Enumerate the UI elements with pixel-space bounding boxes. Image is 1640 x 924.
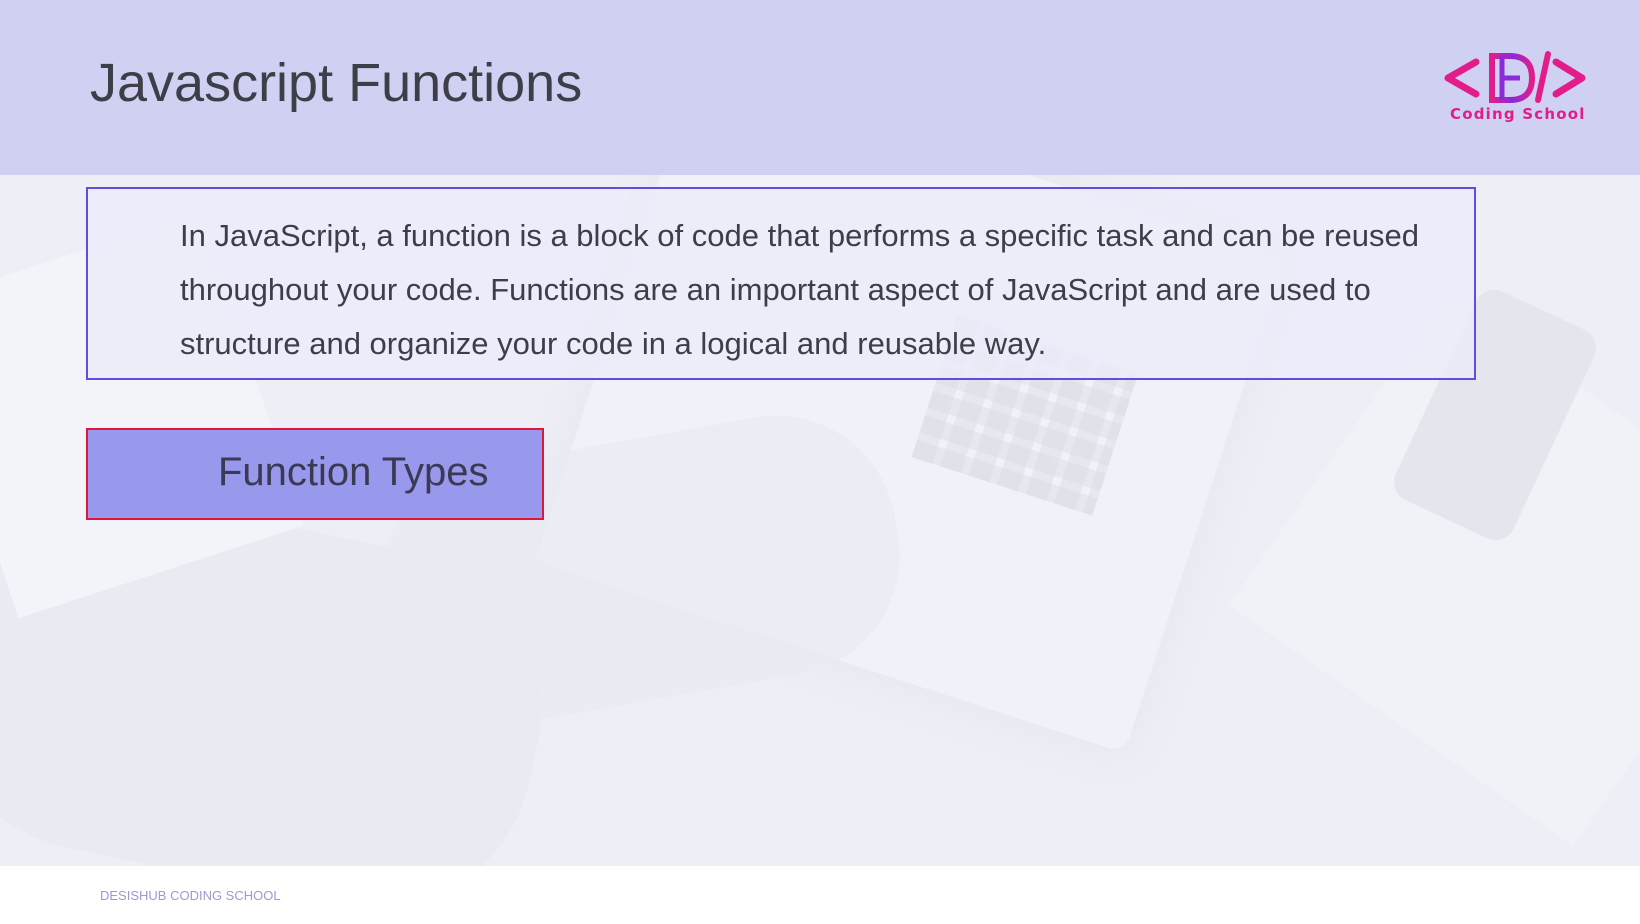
function-types-box: Function Types — [86, 428, 544, 520]
slide-title: Javascript Functions — [90, 53, 583, 113]
intro-text: In JavaScript, a function is a block of … — [180, 218, 1419, 361]
header-band: Javascript Functions Coding School — [0, 0, 1640, 175]
logo-mark-icon — [1444, 51, 1586, 103]
function-types-label: Function Types — [218, 450, 489, 494]
footer-text: DESISHUB CODING SCHOOL — [100, 888, 281, 903]
slide-canvas: Javascript Functions Coding School In Ja… — [0, 0, 1640, 866]
logo-text: Coding School — [1450, 105, 1586, 123]
coding-school-logo: Coding School — [1440, 48, 1600, 128]
intro-box: In JavaScript, a function is a block of … — [86, 187, 1476, 380]
